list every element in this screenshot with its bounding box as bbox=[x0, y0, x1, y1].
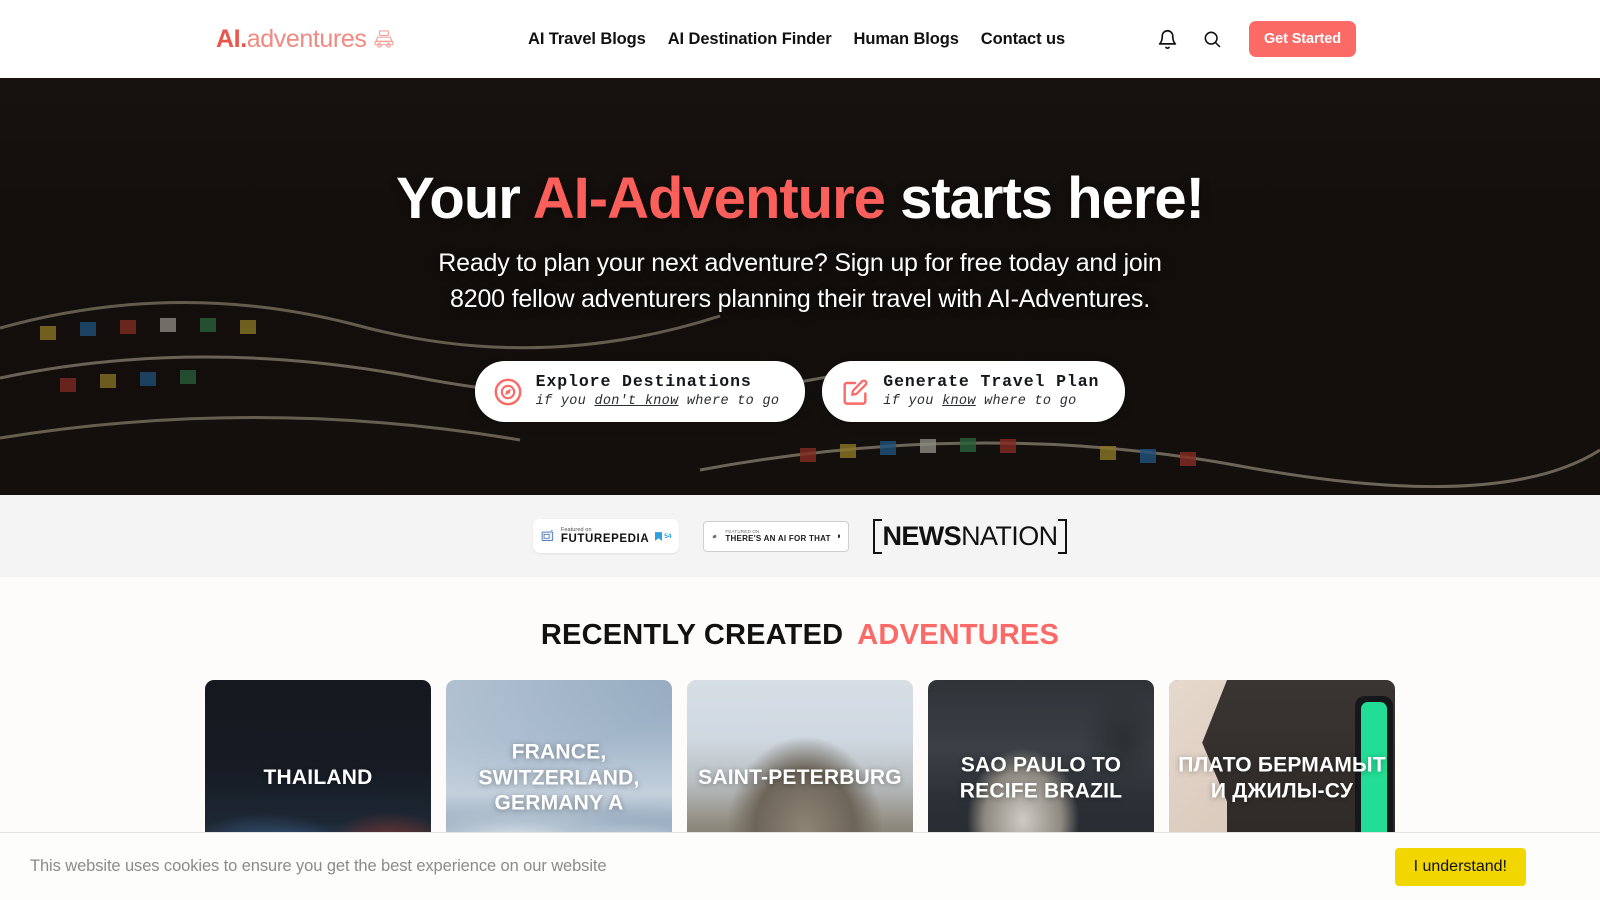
cookie-consent-message: This website uses cookies to ensure you … bbox=[30, 857, 607, 875]
hero-title-before: Your bbox=[396, 166, 533, 231]
press-badges-strip: Featured on FUTUREPEDIA 54 FEATURED ON T… bbox=[0, 495, 1600, 577]
logo-ai-text: AI. bbox=[216, 24, 247, 53]
newsnation-bracket-right bbox=[1057, 518, 1067, 554]
hero-title-accent: AI-Adventure bbox=[532, 166, 886, 231]
adventure-card-title: SAINT-PETERBURG bbox=[698, 766, 902, 790]
explore-destinations-title: Explore Destinations bbox=[535, 371, 752, 391]
recently-created-heading-accent: ADVENTURES bbox=[857, 619, 1060, 651]
newsnation-badge[interactable]: NEWSNATION bbox=[873, 518, 1067, 554]
futurepedia-icon bbox=[542, 529, 554, 541]
cookie-consent-banner: This website uses cookies to ensure you … bbox=[0, 832, 1600, 900]
newsnation-news: NEWS bbox=[882, 520, 962, 551]
adventure-card-title: FRANCE, SWITZERLAND, GERMANY A bbox=[478, 740, 640, 815]
futurepedia-labels: Featured on FUTUREPEDIA bbox=[561, 527, 649, 545]
cookie-accept-button[interactable]: I understand! bbox=[1394, 847, 1526, 886]
logo-text: AI.adventures bbox=[216, 24, 367, 54]
cta1-sub-underline: know bbox=[942, 394, 976, 410]
edit-note-icon bbox=[840, 377, 870, 407]
hero-title: Your AI-Adventure starts here! bbox=[0, 166, 1600, 231]
notifications-button[interactable] bbox=[1155, 26, 1181, 52]
search-icon bbox=[1204, 31, 1221, 48]
car-icon bbox=[374, 30, 395, 48]
hero-cta-group: Explore Destinations if you don't know w… bbox=[0, 360, 1600, 423]
hero-title-after: starts here! bbox=[884, 166, 1205, 231]
main-navigation: AI Travel Blogs AI Destination Finder Hu… bbox=[528, 24, 1065, 55]
nav-item-human-blogs[interactable]: Human Blogs bbox=[854, 24, 959, 55]
search-button[interactable] bbox=[1199, 26, 1225, 52]
newsnation-text: NEWSNATION bbox=[882, 520, 1058, 551]
generate-travel-plan-labels: Generate Travel Plan if you know where t… bbox=[883, 372, 1099, 412]
hero-content: Your AI-Adventure starts here! Ready to … bbox=[0, 78, 1600, 423]
taaft-labels: FEATURED ON THERE'S AN AI FOR THAT bbox=[725, 529, 830, 544]
newsnation-bracket-left bbox=[873, 518, 883, 554]
logo[interactable]: AI.adventures bbox=[216, 25, 395, 54]
adventure-card-title: THAILAND bbox=[263, 766, 373, 790]
header-actions: Get Started bbox=[1155, 21, 1356, 57]
futurepedia-count-number: 54 bbox=[664, 532, 672, 540]
explore-destinations-labels: Explore Destinations if you don't know w… bbox=[536, 372, 780, 412]
recently-created-heading-dark: RECENTLY CREATED bbox=[540, 619, 844, 651]
cta0-sub-after: where to go bbox=[678, 394, 780, 410]
theres-an-ai-for-that-badge[interactable]: FEATURED ON THERE'S AN AI FOR THAT bbox=[703, 520, 850, 552]
taaft-name: THERE'S AN AI FOR THAT bbox=[725, 533, 831, 543]
newsnation-nation: NATION bbox=[961, 520, 1058, 551]
nav-item-ai-travel-blogs[interactable]: AI Travel Blogs bbox=[528, 24, 646, 55]
logo-adventures-text: adventures bbox=[246, 24, 367, 53]
generate-travel-plan-button[interactable]: Generate Travel Plan if you know where t… bbox=[822, 360, 1126, 423]
adventure-card-title: ПЛАТО БЕРМАМЫТ И ДЖИЛЫ-СУ bbox=[1178, 753, 1386, 802]
hero-subtitle-line-1: Ready to plan your next adventure? Sign … bbox=[438, 248, 1162, 277]
nav-item-ai-destination-finder[interactable]: AI Destination Finder bbox=[668, 24, 832, 55]
hero-subtitle-line-2: 8200 fellow adventurers planning their t… bbox=[450, 284, 1150, 313]
bookmark-icon bbox=[837, 534, 841, 538]
cta0-sub-before: if you bbox=[535, 394, 595, 410]
hero-subtitle: Ready to plan your next adventure? Sign … bbox=[0, 245, 1600, 317]
bookmark-icon bbox=[655, 531, 663, 541]
cta0-sub-underline: don't know bbox=[594, 394, 679, 410]
hero-section: Your AI-Adventure starts here! Ready to … bbox=[0, 78, 1600, 495]
cta1-sub-before: if you bbox=[883, 394, 943, 410]
futurepedia-name: FUTUREPEDIA bbox=[560, 532, 650, 545]
futurepedia-badge[interactable]: Featured on FUTUREPEDIA 54 bbox=[533, 519, 680, 553]
site-header: AI.adventures AI Travel Blogs AI Destina… bbox=[0, 0, 1600, 78]
taaft-icon bbox=[713, 533, 717, 538]
explore-destinations-subtitle: if you don't know where to go bbox=[536, 393, 780, 411]
compass-icon bbox=[493, 377, 523, 407]
cta1-sub-after: where to go bbox=[975, 394, 1077, 410]
nav-item-contact-us[interactable]: Contact us bbox=[981, 24, 1065, 55]
adventure-card-title: SAO PAULO TO RECIFE BRAZIL bbox=[959, 753, 1123, 802]
generate-travel-plan-subtitle: if you know where to go bbox=[883, 393, 1099, 411]
explore-destinations-button[interactable]: Explore Destinations if you don't know w… bbox=[474, 360, 806, 423]
futurepedia-count: 54 bbox=[655, 531, 672, 541]
bell-icon bbox=[1159, 29, 1177, 49]
get-started-button[interactable]: Get Started bbox=[1248, 21, 1356, 57]
generate-travel-plan-title: Generate Travel Plan bbox=[883, 371, 1100, 391]
recently-created-heading: RECENTLY CREATED ADVENTURES bbox=[0, 619, 1600, 652]
